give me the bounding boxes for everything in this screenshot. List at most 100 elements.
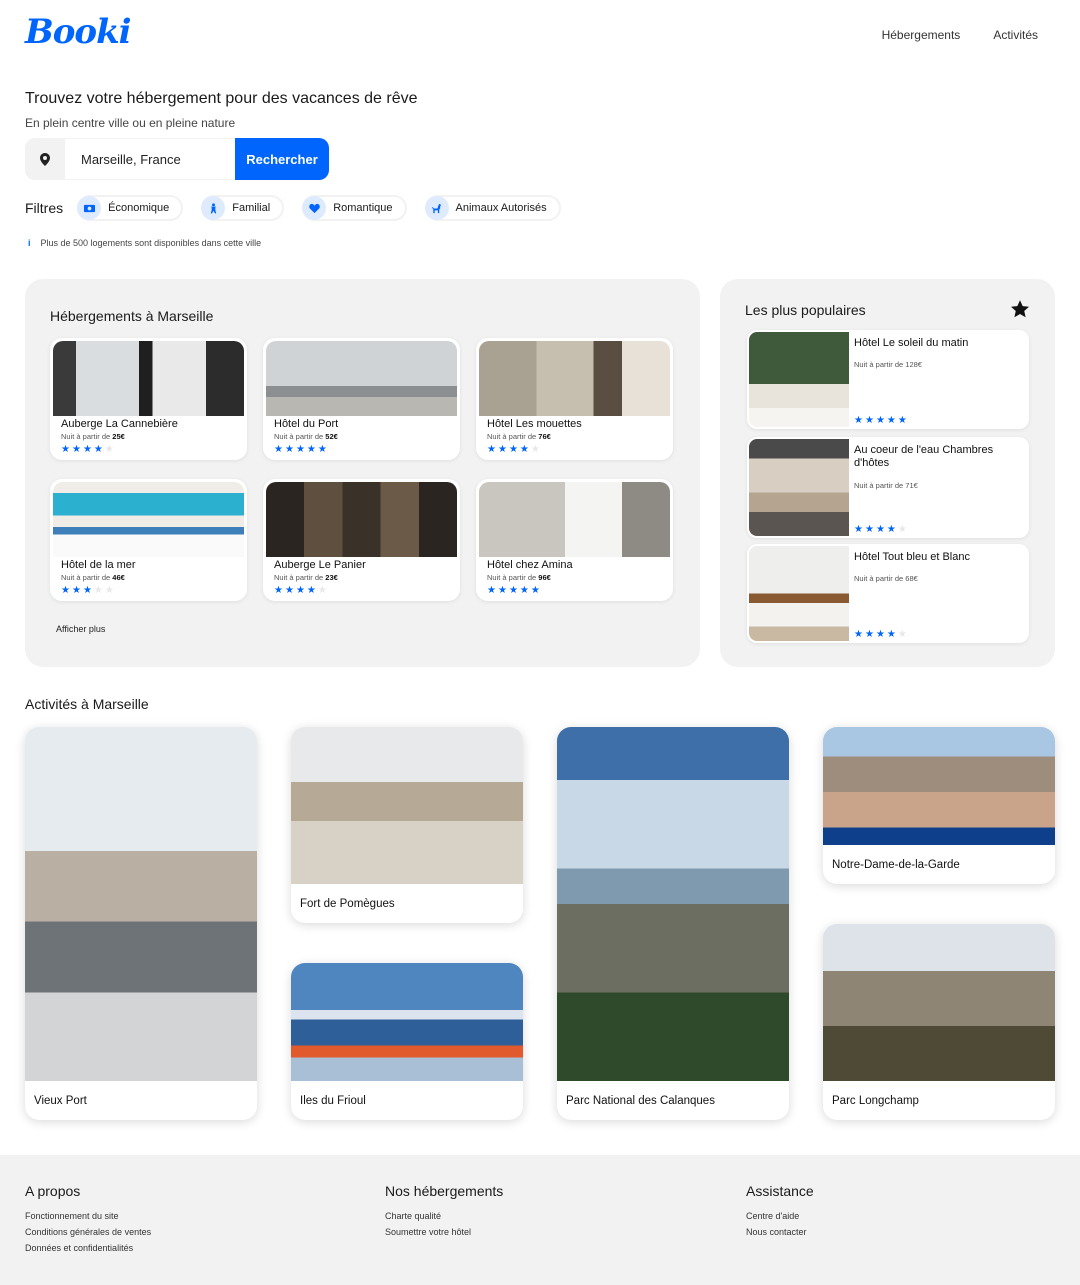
star-icon: ★ [71,585,81,596]
filter-animaux[interactable]: Animaux Autorisés [424,195,561,221]
filter-label: Familial [232,202,271,214]
star-icon: ★ [897,629,907,640]
star-icon: ★ [104,585,114,596]
footer-link[interactable]: Fonctionnement du site [25,1211,151,1221]
rating-stars: ★ ★ ★ ★ ★ [487,585,540,596]
lodging-card[interactable]: Hôtel Les mouettes Nuit à partir de 76€ … [476,338,673,460]
popular-price: Nuit à partir de 128€ [854,360,922,369]
footer-col-about: A propos Fonctionnement du site Conditio… [25,1183,151,1259]
main-nav: Hébergements Activités [882,28,1038,42]
star-icon: ★ [875,629,885,640]
search-input[interactable] [65,138,235,180]
nav-activites[interactable]: Activités [993,28,1038,42]
rating-stars: ★ ★ ★ ★ ★ [854,629,907,640]
lodging-price: Nuit à partir de 96€ [487,573,551,582]
filters-label: Filtres [25,200,64,216]
star-icon: ★ [295,444,305,455]
popular-price: Nuit à partir de 68€ [854,574,918,583]
filter-romantique[interactable]: Romantique [302,195,407,221]
star-icon: ★ [897,524,907,535]
footer-link[interactable]: Données et confidentialités [25,1243,151,1253]
popular-photo [749,546,849,641]
activity-card[interactable]: Fort de Pomègues [291,727,523,923]
lodging-card[interactable]: Auberge Le Panier Nuit à partir de 23€ ★… [263,479,460,601]
activity-photo [291,963,523,1081]
rating-stars: ★ ★ ★ ★ ★ [61,444,114,455]
lodging-card[interactable]: Auberge La Cannebière Nuit à partir de 2… [50,338,247,460]
search-button[interactable]: Rechercher [235,138,329,180]
lodging-photo [479,341,670,416]
activity-card[interactable]: Iles du Frioul [291,963,523,1120]
footer-col-lodging: Nos hébergements Charte qualité Soumettr… [385,1183,503,1243]
star-icon: ★ [497,585,507,596]
rating-stars: ★ ★ ★ ★ ★ [274,585,327,596]
star-icon: ★ [306,444,316,455]
footer-title: A propos [25,1183,81,1199]
activity-name: Iles du Frioul [300,1095,366,1107]
lodging-name: Hôtel de la mer [61,559,136,571]
popular-name: Hôtel Le soleil du matin [854,337,969,349]
activity-card[interactable]: Vieux Port [25,727,257,1120]
star-icon: ★ [530,444,540,455]
lodging-card[interactable]: Hôtel de la mer Nuit à partir de 46€ ★ ★ ★… [50,479,247,601]
star-icon: ★ [854,629,863,640]
popular-section: Les plus populaires Hôtel Le soleil du m… [720,279,1055,667]
footer-link[interactable]: Nous contacter [746,1227,814,1237]
activity-card[interactable]: Notre-Dame-de-la-Garde [823,727,1055,884]
activity-card[interactable]: Parc National des Calanques [557,727,789,1120]
star-icon: ★ [284,444,294,455]
star-icon: ★ [93,444,103,455]
footer-link[interactable]: Soumettre votre hôtel [385,1227,503,1237]
star-icon: ★ [508,444,518,455]
activity-name: Vieux Port [34,1095,87,1107]
lodging-photo [53,341,244,416]
popular-card[interactable]: Au coeur de l'eau Chambres d'hôtes Nuit … [747,437,1029,538]
rating-stars: ★ ★ ★ ★ ★ [487,444,540,455]
lodging-price: Nuit à partir de 25€ [61,432,125,441]
activity-card[interactable]: Parc Longchamp [823,924,1055,1120]
money-icon [77,196,102,220]
popular-name: Hôtel Tout bleu et Blanc [854,551,970,563]
heart-icon [302,196,327,220]
star-icon: ★ [71,444,81,455]
footer-link[interactable]: Conditions générales de ventes [25,1227,151,1237]
filter-label: Économique [108,202,170,214]
star-icon: ★ [104,444,114,455]
star-icon: ★ [317,444,327,455]
search-bar: Rechercher [25,138,329,180]
footer-title: Assistance [746,1183,814,1199]
popular-card[interactable]: Hôtel Tout bleu et Blanc Nuit à partir d… [747,544,1029,643]
activities-title: Activités à Marseille [25,696,149,712]
nav-hebergements[interactable]: Hébergements [882,28,961,42]
rating-stars: ★ ★ ★ ★ ★ [274,444,327,455]
star-icon: ★ [82,444,92,455]
star-icon: ★ [519,585,529,596]
lodging-price: Nuit à partir de 46€ [61,573,125,582]
lodging-card[interactable]: Hôtel du Port Nuit à partir de 52€ ★ ★ ★ ★ ★ [263,338,460,460]
show-more-link[interactable]: Afficher plus [56,624,105,634]
hero-subtitle: En plein centre ville ou en pleine natur… [25,116,236,130]
star-icon: ★ [295,585,305,596]
filter-economique[interactable]: Économique [77,195,184,221]
star-icon: ★ [317,585,327,596]
lodging-price: Nuit à partir de 76€ [487,432,551,441]
star-icon: ★ [864,629,874,640]
popular-name: Au coeur de l'eau Chambres d'hôtes [854,444,994,469]
lodging-section: Hébergements à Marseille Auberge La Cann… [25,279,700,667]
footer-link[interactable]: Charte qualité [385,1211,503,1221]
rating-stars: ★ ★ ★ ★ ★ [854,524,907,535]
star-icon: ★ [508,585,518,596]
lodging-price: Nuit à partir de 23€ [274,573,338,582]
header: Booki Hébergements Activités [0,0,1080,70]
filter-familial[interactable]: Familial [201,195,285,221]
lodging-name: Hôtel du Port [274,418,339,430]
popular-card[interactable]: Hôtel Le soleil du matin Nuit à partir d… [747,330,1029,429]
star-icon: ★ [530,585,540,596]
booki-logo[interactable]: Booki [25,12,132,52]
lodging-card[interactable]: Hôtel chez Amina Nuit à partir de 96€ ★ ★… [476,479,673,601]
lodging-price: Nuit à partir de 52€ [274,432,338,441]
popular-title: Les plus populaires [745,302,866,318]
footer-link[interactable]: Centre d'aide [746,1211,814,1221]
rating-stars: ★ ★ ★ ★ ★ [854,415,907,426]
activity-name: Parc Longchamp [832,1095,919,1107]
